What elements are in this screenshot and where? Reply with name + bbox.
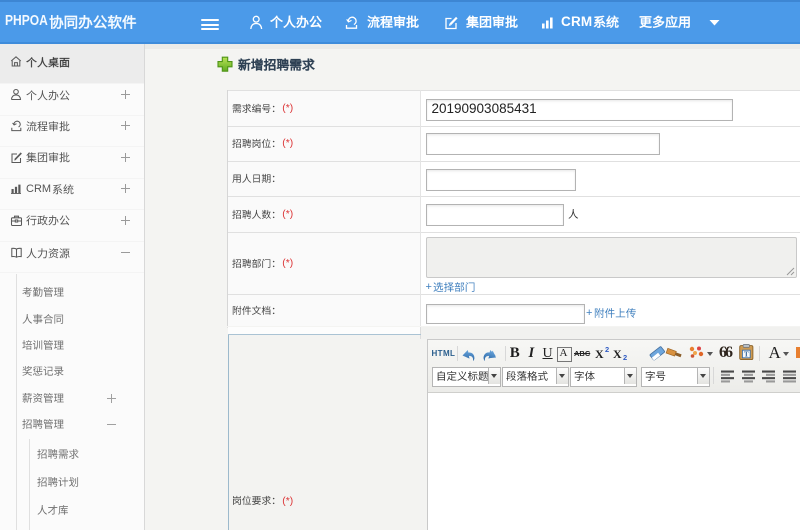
svg-text:T: T bbox=[744, 350, 749, 358]
